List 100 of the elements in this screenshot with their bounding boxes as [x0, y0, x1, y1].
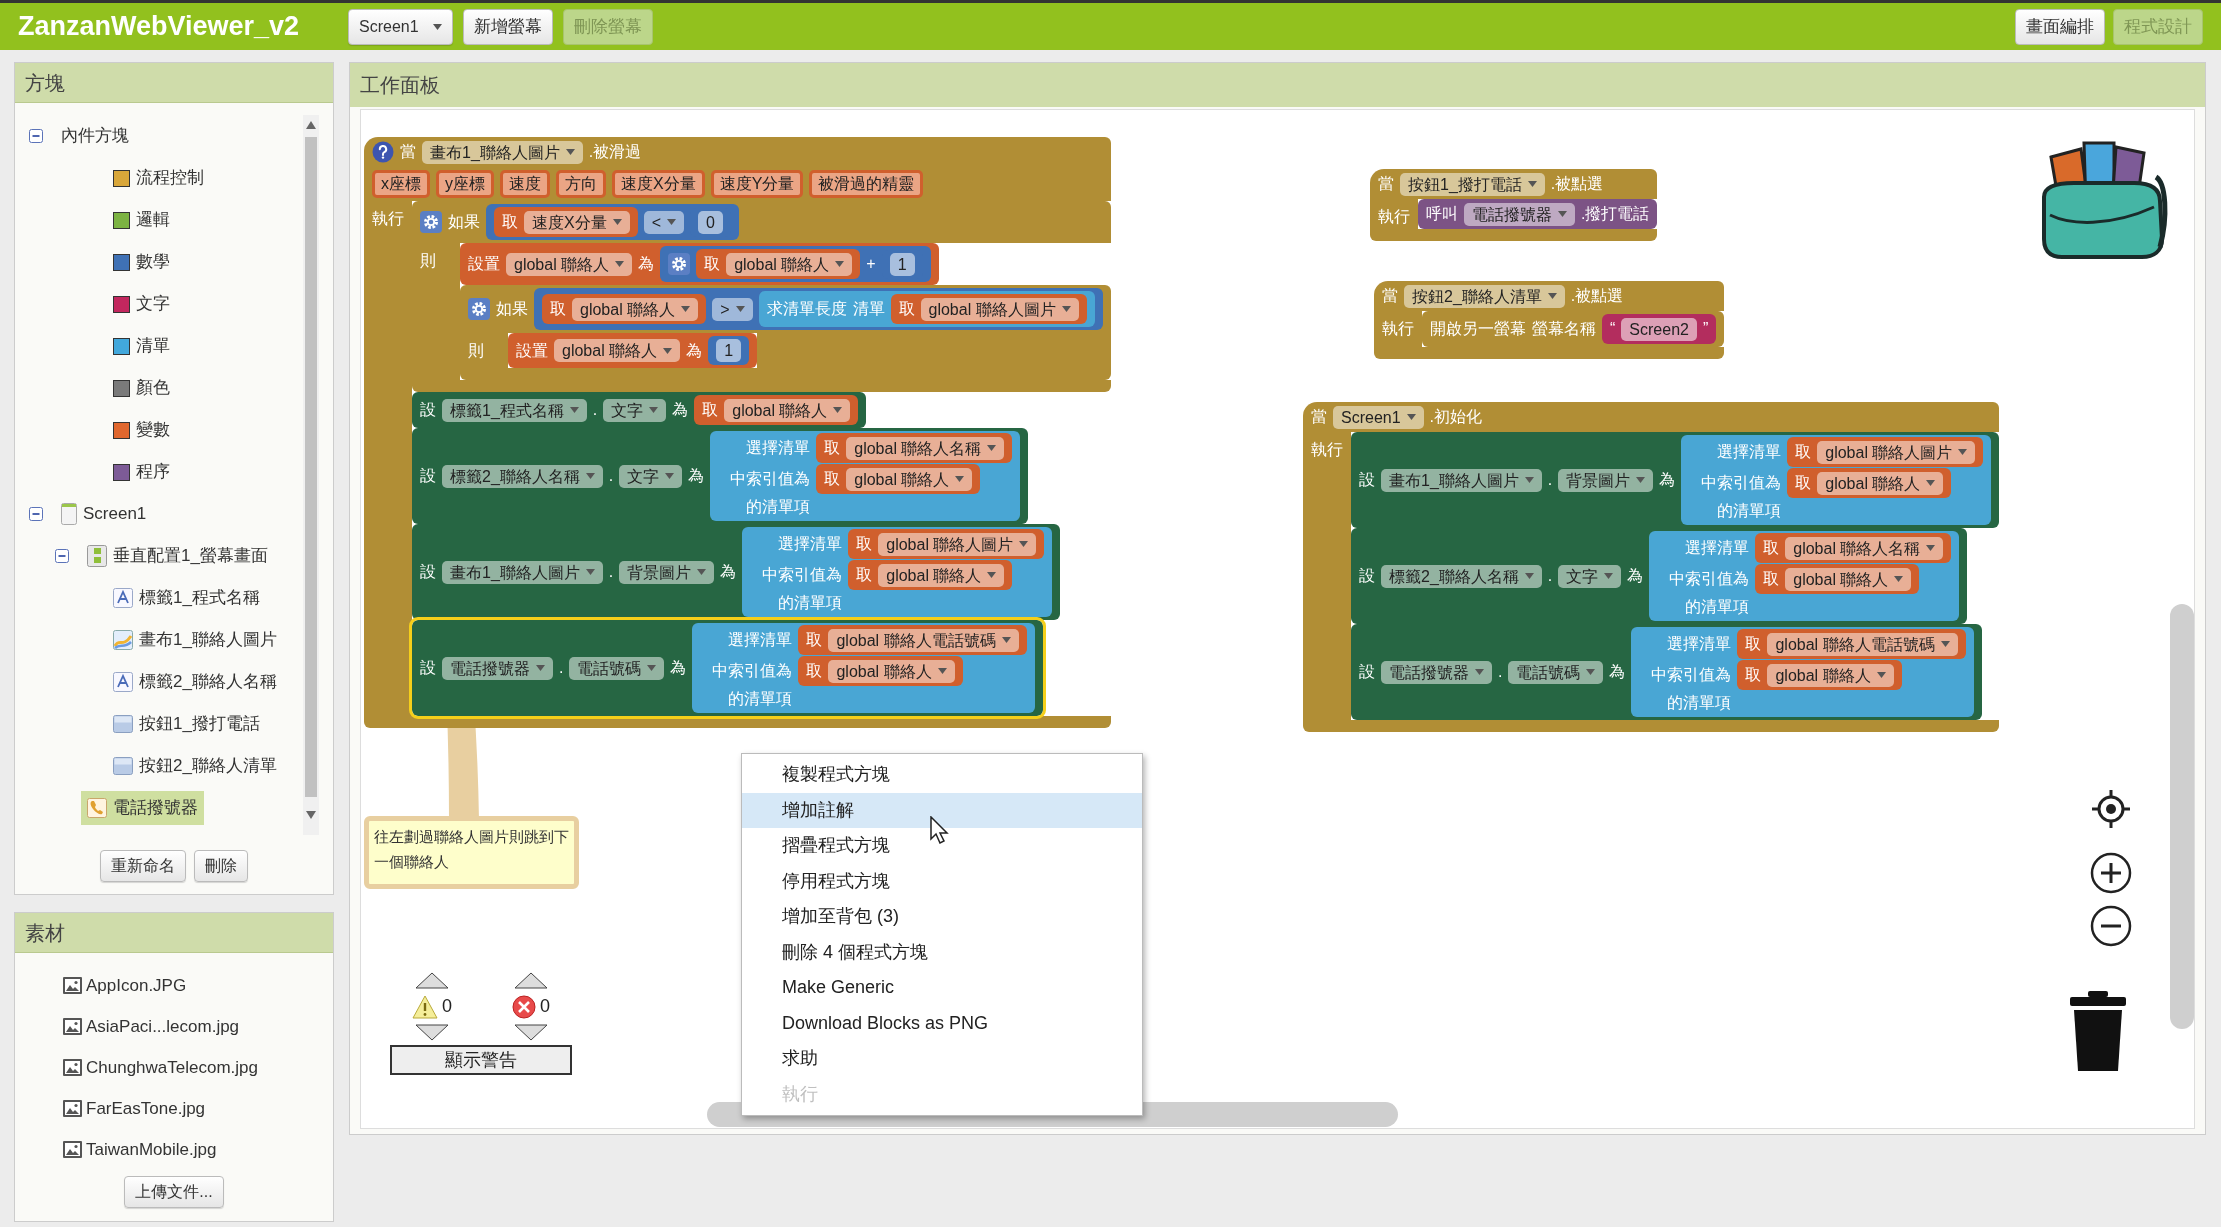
block-dropdown[interactable]: global 聯絡人 [726, 252, 853, 276]
asset-item[interactable]: AsiaPaci...lecom.jpg [63, 1012, 333, 1041]
screen-dropdown[interactable]: Screen1 [348, 8, 453, 45]
value-block[interactable]: 1 [708, 336, 750, 365]
value-block[interactable]: 取 global 聯絡人名稱 [816, 433, 1013, 463]
scrollbar-thumb[interactable] [305, 137, 317, 797]
statement-block[interactable]: 設 標籤2_聯絡人名稱 . 文字 為 選擇清單 取 global 聯絡人名稱 中索引值為 取 global 聯絡人 的清單項 [1351, 528, 1968, 624]
previous-arrow-icon[interactable] [415, 972, 449, 989]
value-block[interactable]: 取 global 聯絡人 [542, 294, 707, 324]
block-dropdown[interactable]: global 聯絡人 [878, 563, 1005, 587]
panel-button[interactable]: 刪除 [194, 850, 248, 882]
event-block[interactable] [1303, 402, 2000, 732]
block-dropdown[interactable]: 畫布1_聯絡人圖片 [422, 140, 583, 164]
block-dropdown[interactable]: 背景圖片 [1558, 468, 1654, 492]
block-dropdown[interactable]: global 聯絡人 [1767, 663, 1894, 687]
value-block[interactable]: 取 global 聯絡人 [798, 656, 963, 686]
value-block[interactable]: 取 global 聯絡人圖片 [890, 294, 1087, 324]
parameter-block[interactable]: 速度X分量 [612, 170, 705, 198]
statement-block[interactable]: 呼叫 電話撥號器 .撥打電話 [1418, 199, 1658, 229]
block-dropdown[interactable]: global 聯絡人電話號碼 [828, 628, 1019, 652]
tree-item[interactable]: Screen1 [55, 497, 153, 531]
tree-item[interactable]: 標籤2_聯絡人名稱 [107, 665, 283, 699]
block-dropdown[interactable]: 背景圖片 [619, 560, 715, 584]
gear-icon[interactable] [420, 211, 442, 233]
statement-block[interactable]: 設 電話撥號器 . 電話號碼 為 選擇清單 取 global 聯絡人電話號碼 中索引值為 取 global 聯絡人 的清單項 [412, 620, 1043, 716]
tree-item[interactable]: 垂直配置1_螢幕畫面 [81, 539, 274, 573]
value-block[interactable]: 選擇清單 取 global 聯絡人圖片 中索引值為 取 global 聯絡人 的清單項 [1681, 435, 1992, 525]
block-dropdown[interactable]: global 聯絡人名稱 [846, 436, 1005, 460]
block-dropdown[interactable]: 標籤2_聯絡人名稱 [442, 464, 603, 488]
collapse-icon[interactable] [55, 549, 69, 563]
block-dropdown[interactable]: global 聯絡人 [846, 467, 973, 491]
tree-item[interactable]: 邏輯 [107, 203, 176, 237]
tree-item[interactable]: 電話撥號器 [81, 791, 204, 825]
tree-item[interactable]: 按鈕1_撥打電話 [107, 707, 266, 741]
menu-item[interactable]: 求助 [742, 1041, 1142, 1077]
block-field[interactable]: 1 [716, 339, 742, 362]
block-dropdown[interactable]: 按鈕1_撥打電話 [1400, 172, 1545, 196]
value-block[interactable]: 取 global 聯絡人電話號碼 [798, 625, 1027, 655]
block-dropdown[interactable]: 畫布1_聯絡人圖片 [442, 560, 603, 584]
value-block[interactable]: 取 global 聯絡人 [816, 464, 981, 494]
block-dropdown[interactable]: 文字 [1558, 564, 1622, 588]
trash-icon[interactable] [2068, 991, 2128, 1071]
block-dropdown[interactable]: 電話撥號器 [442, 656, 553, 680]
vertical-scrollbar[interactable] [2170, 604, 2194, 1029]
parameter-block[interactable]: 速度Y分量 [710, 170, 804, 198]
help-icon[interactable] [372, 141, 394, 163]
next-arrow-icon[interactable] [514, 1024, 548, 1041]
statement-block[interactable]: 設 畫布1_聯絡人圖片 . 背景圖片 為 選擇清單 取 global 聯絡人圖片 中索引值為 取 global 聯絡人 的清單項 [1351, 432, 2000, 528]
block-dropdown[interactable]: 速度X分量 [524, 210, 630, 234]
block-dropdown[interactable]: Screen1 [1333, 405, 1424, 429]
block-dropdown[interactable]: 電話撥號器 [1464, 202, 1575, 226]
block-dropdown[interactable]: < [643, 210, 684, 234]
tree-item[interactable]: 顏色 [107, 371, 176, 405]
block-dropdown[interactable]: global 聯絡人 [572, 297, 699, 321]
show-warnings-button[interactable]: 顯示警告 [390, 1045, 572, 1075]
block-dropdown[interactable]: global 聯絡人 [506, 252, 633, 276]
event-block[interactable]: 當 按鈕2_聯絡人清單 .被點選 執行 開啟另一螢幕 螢幕名稱 “ Screen2 ” [1374, 281, 1725, 359]
value-block[interactable]: 取 global 聯絡人 [1755, 564, 1920, 594]
menu-item[interactable]: 增加至背包 (3) [742, 899, 1142, 935]
tree-item[interactable]: 流程控制 [107, 161, 210, 195]
panel-button[interactable]: 重新命名 [100, 850, 186, 882]
value-block[interactable]: 選擇清單 取 global 聯絡人電話號碼 中索引值為 取 global 聯絡人 的清單項 [1631, 627, 1974, 717]
menu-item[interactable]: 摺疊程式方塊 [742, 828, 1142, 864]
value-block[interactable]: 選擇清單 取 global 聯絡人名稱 中索引值為 取 global 聯絡人 的清單項 [710, 431, 1021, 521]
menu-item[interactable]: Download Blocks as PNG [742, 1005, 1142, 1041]
statement-block[interactable]: 設 標籤1_程式名稱 . 文字 為 取 global 聯絡人 [412, 392, 867, 428]
collapse-icon[interactable] [29, 129, 43, 143]
block-dropdown[interactable]: global 聯絡人 [554, 339, 681, 362]
tree-item[interactable]: 按鈕2_聯絡人清單 [107, 749, 283, 783]
block-dropdown[interactable]: 文字 [619, 464, 683, 488]
upload-button[interactable]: 上傳文件... [124, 1176, 224, 1208]
comment-note[interactable]: 往左劃過聯絡人圖片則跳到下一個聯絡人 [364, 816, 579, 889]
scroll-up-icon[interactable] [306, 121, 316, 129]
tree-item[interactable]: 程序 [107, 455, 176, 489]
event-block[interactable] [364, 137, 1111, 728]
value-block[interactable]: 選擇清單 取 global 聯絡人圖片 中索引值為 取 global 聯絡人 的清單項 [742, 527, 1053, 617]
block-field[interactable]: 0 [698, 210, 723, 234]
value-block[interactable]: 取 global 聯絡人圖片 [1787, 437, 1984, 467]
tree-item[interactable]: 變數 [107, 413, 176, 447]
value-block[interactable]: 選擇清單 取 global 聯絡人名稱 中索引值為 取 global 聯絡人 的清單項 [1649, 531, 1960, 621]
block-dropdown[interactable]: > [712, 297, 753, 321]
value-block[interactable]: 求清單長度 清單 取 global 聯絡人圖片 [758, 291, 1095, 327]
block-dropdown[interactable]: 電話號碼 [1508, 660, 1604, 684]
zoom-in-icon[interactable] [2090, 852, 2132, 894]
value-block[interactable]: 取 global 聯絡人 [1787, 468, 1952, 498]
value-block[interactable]: 取 global 聯絡人 [694, 395, 859, 425]
asset-item[interactable]: ChunghwaTelecom.jpg [63, 1053, 333, 1082]
block-dropdown[interactable]: global 聯絡人 [724, 398, 851, 422]
event-block[interactable]: 當 按鈕1_撥打電話 .被點選 執行 呼叫 電話撥號器 .撥打電話 [1370, 169, 1658, 241]
tree-item[interactable]: 內件方塊 [55, 119, 135, 153]
block-dropdown[interactable]: global 聯絡人 [1785, 567, 1912, 591]
menu-item[interactable]: 複製程式方塊 [742, 757, 1142, 793]
zoom-out-icon[interactable] [2090, 905, 2132, 947]
asset-item[interactable]: FarEasTone.jpg [63, 1094, 333, 1123]
block-dropdown[interactable]: global 聯絡人圖片 [1817, 440, 1976, 464]
block-dropdown[interactable]: 按鈕2_聯絡人清單 [1404, 284, 1565, 308]
parameter-block[interactable]: y座標 [436, 170, 494, 198]
menu-item[interactable]: 刪除 4 個程式方塊 [742, 934, 1142, 970]
block-dropdown[interactable]: 文字 [603, 398, 667, 422]
value-block[interactable]: 取 global 聯絡人圖片 [848, 529, 1045, 559]
